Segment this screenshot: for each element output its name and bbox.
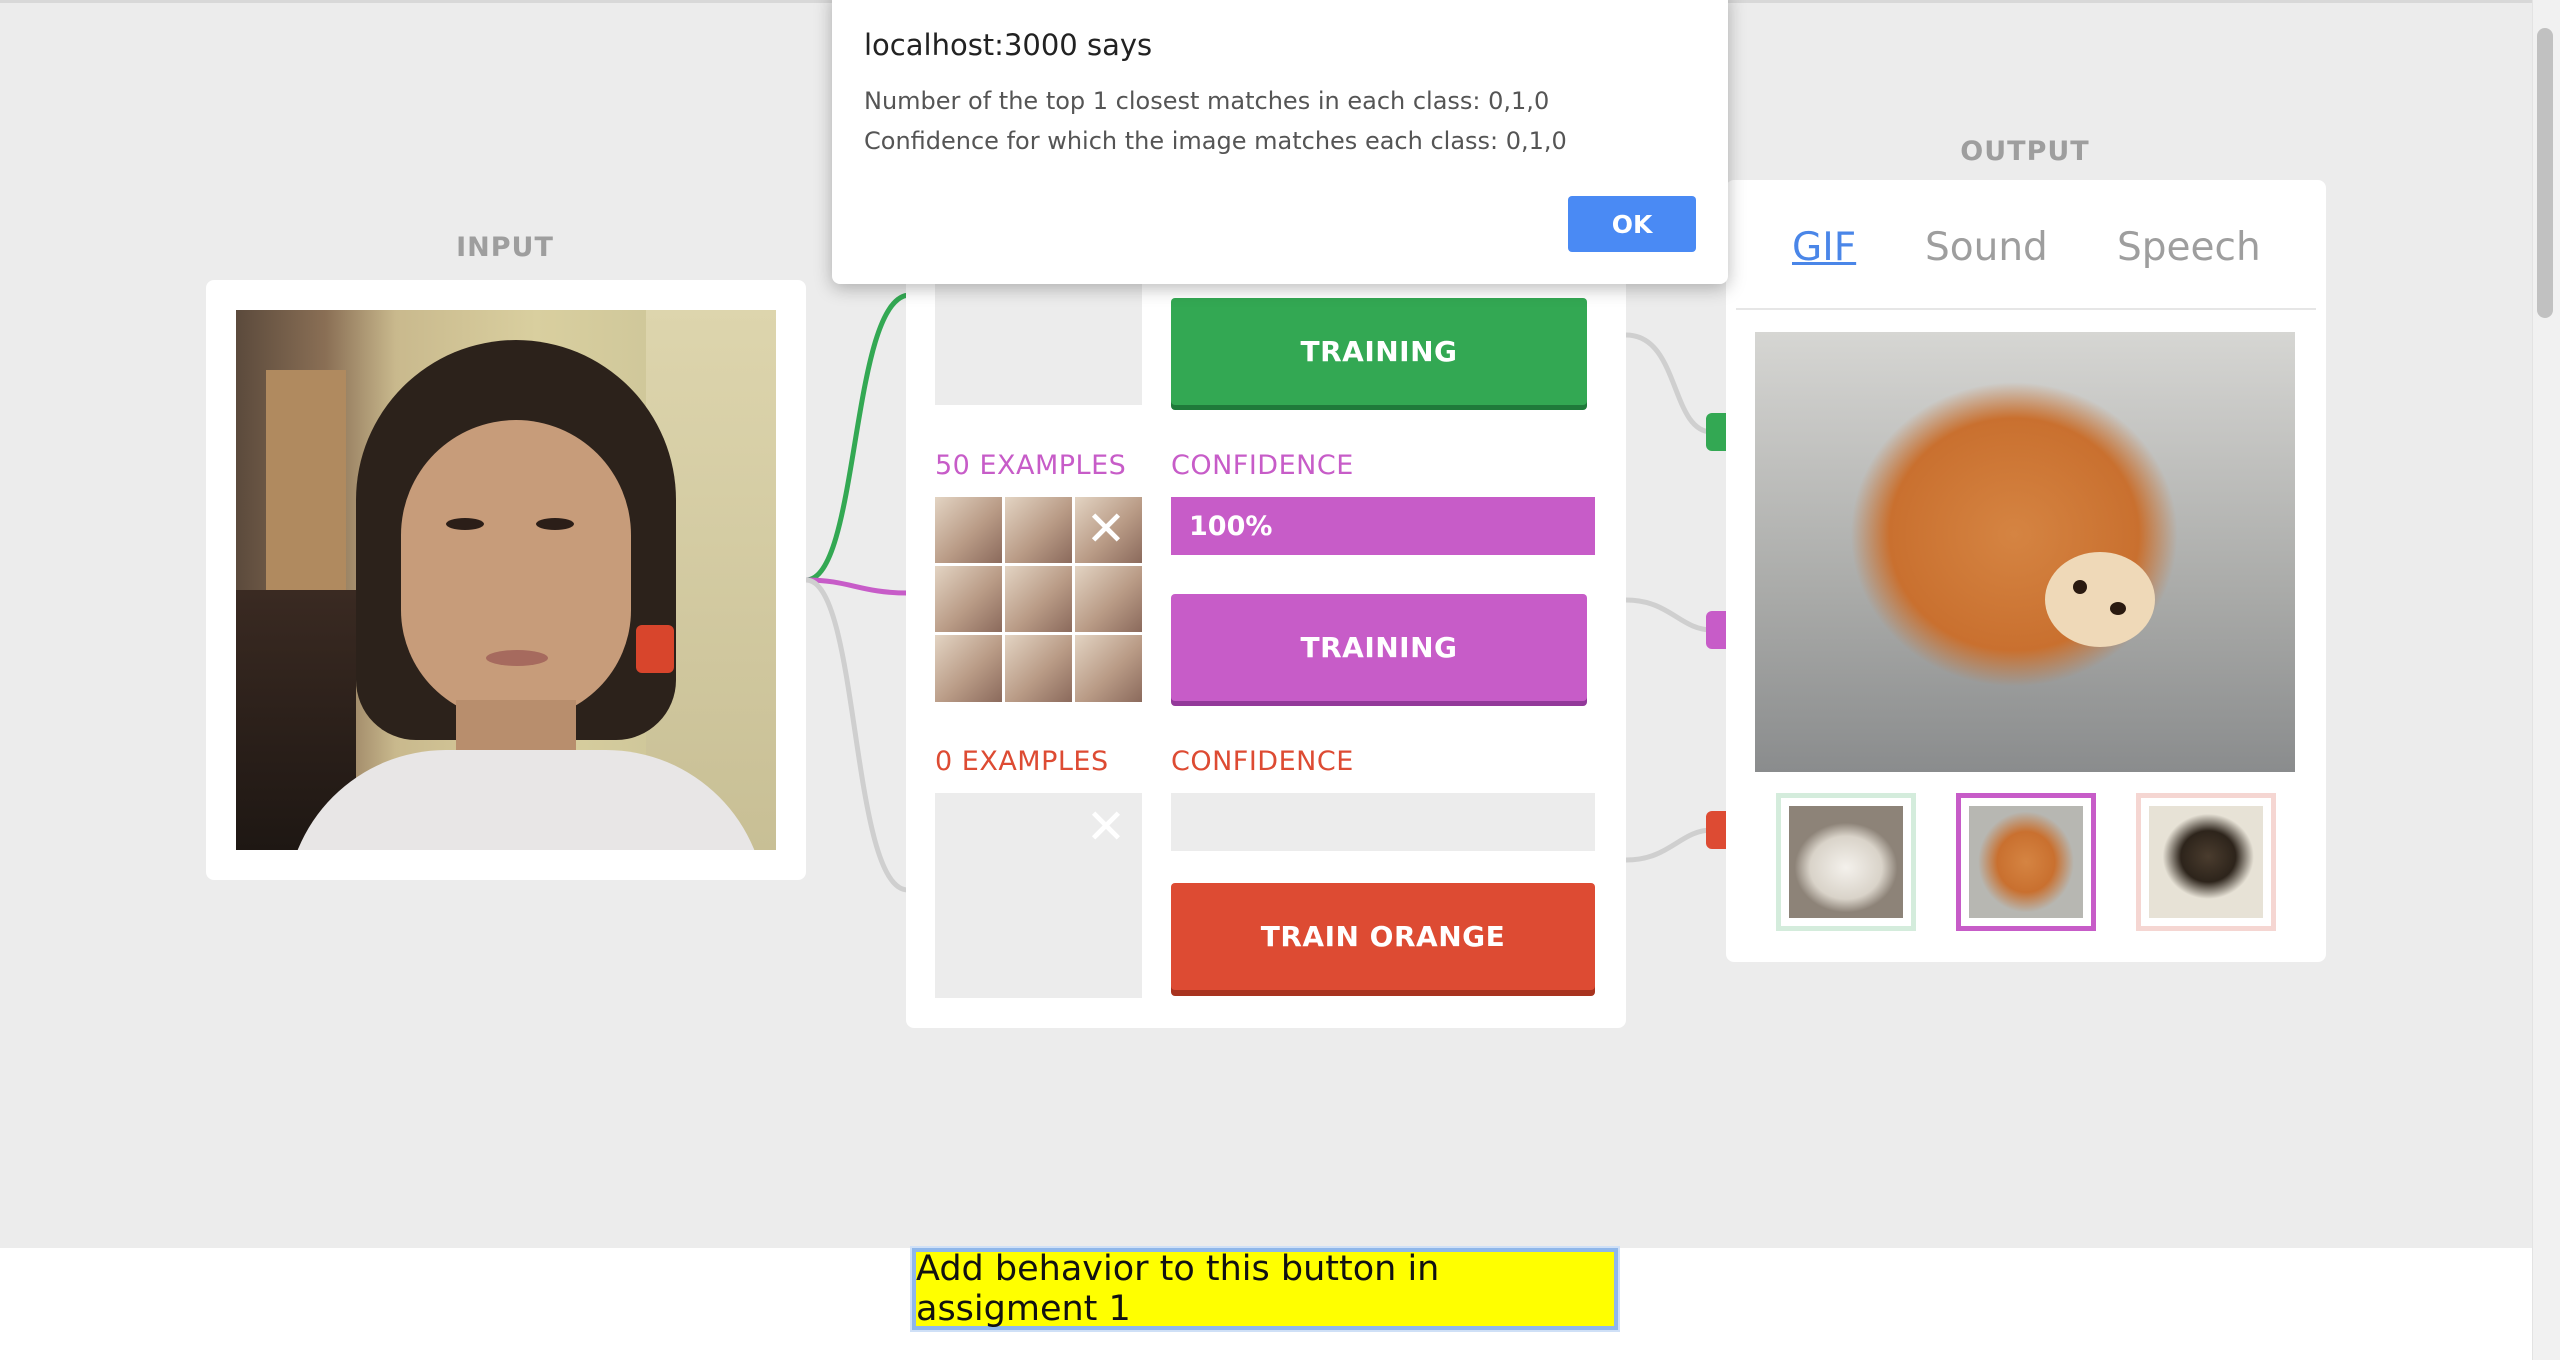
bunny-thumb bbox=[2149, 806, 2263, 918]
example-tile bbox=[935, 635, 1002, 702]
dialog-message-line2: Confidence for which the image matches e… bbox=[864, 127, 1567, 155]
train-orange-button[interactable]: TRAIN ORANGE bbox=[1171, 883, 1595, 990]
examples-count-purple: 50 EXAMPLES bbox=[935, 450, 1127, 481]
confidence-fill-purple: 100% bbox=[1171, 497, 1595, 555]
wire-purple-output bbox=[1625, 597, 1713, 633]
example-tile bbox=[935, 497, 1002, 563]
examples-count-orange: 0 EXAMPLES bbox=[935, 746, 1109, 777]
tabs-divider bbox=[1736, 308, 2316, 310]
white-dog-thumb bbox=[1789, 806, 1903, 918]
gif-thumb-purple[interactable] bbox=[1956, 793, 2096, 931]
tab-speech[interactable]: Speech bbox=[2117, 225, 2261, 270]
webcam-face bbox=[401, 420, 631, 720]
clear-examples-orange-icon[interactable]: ✕ bbox=[1082, 803, 1130, 851]
example-tile bbox=[1005, 635, 1072, 702]
example-tile bbox=[1005, 566, 1072, 632]
orange-dog-thumb bbox=[1969, 806, 2083, 918]
confidence-label-orange: CONFIDENCE bbox=[1171, 746, 1354, 777]
webcam-lips bbox=[486, 650, 548, 666]
output-connector-purple bbox=[1706, 611, 1726, 649]
gif-thumb-green[interactable] bbox=[1776, 793, 1916, 931]
scrollbar-thumb[interactable] bbox=[2537, 28, 2553, 318]
dog-nose bbox=[2110, 602, 2126, 615]
tab-gif[interactable]: GIF bbox=[1792, 225, 1856, 270]
output-heading: OUTPUT bbox=[1960, 136, 2090, 167]
wire-green-input bbox=[805, 292, 911, 583]
example-tile bbox=[1005, 497, 1072, 563]
webcam-red-cup bbox=[636, 625, 674, 673]
webcam-right-eye bbox=[536, 518, 574, 530]
confidence-bar-purple: 100% bbox=[1171, 497, 1595, 555]
input-heading: INPUT bbox=[456, 232, 554, 263]
ok-button[interactable]: OK bbox=[1568, 196, 1696, 252]
train-green-button[interactable]: TRAINING bbox=[1171, 298, 1587, 405]
gif-thumb-orange[interactable] bbox=[2136, 793, 2276, 931]
assignment-button[interactable]: Add behavior to this button in assigment… bbox=[912, 1248, 1618, 1330]
dialog-title: localhost:3000 says bbox=[864, 28, 1153, 62]
tab-sound[interactable]: Sound bbox=[1925, 225, 2048, 270]
clear-examples-purple-icon[interactable]: ✕ bbox=[1082, 505, 1130, 553]
gif-preview-image bbox=[1755, 332, 2295, 772]
confidence-label-purple: CONFIDENCE bbox=[1171, 450, 1354, 481]
webcam-left-eye bbox=[446, 518, 484, 530]
output-connector-orange bbox=[1706, 811, 1726, 849]
output-connector-green bbox=[1706, 413, 1726, 451]
dog-face bbox=[2045, 552, 2155, 647]
wire-green-output bbox=[1625, 332, 1713, 435]
webcam-feed bbox=[236, 310, 776, 850]
example-tile bbox=[935, 566, 1002, 632]
wire-orange-output bbox=[1625, 827, 1713, 863]
dog-eye bbox=[2073, 580, 2087, 594]
wire-purple-input bbox=[805, 577, 909, 596]
alert-dialog: localhost:3000 says Number of the top 1 … bbox=[832, 0, 1728, 284]
train-purple-button[interactable]: TRAINING bbox=[1171, 594, 1587, 701]
example-tile bbox=[1075, 635, 1142, 702]
confidence-bar-orange bbox=[1171, 793, 1595, 851]
example-tile bbox=[1075, 566, 1142, 632]
examples-thumb-green bbox=[935, 280, 1142, 405]
wire-gray-input bbox=[805, 577, 909, 893]
dialog-message-line1: Number of the top 1 closest matches in e… bbox=[864, 87, 1550, 115]
